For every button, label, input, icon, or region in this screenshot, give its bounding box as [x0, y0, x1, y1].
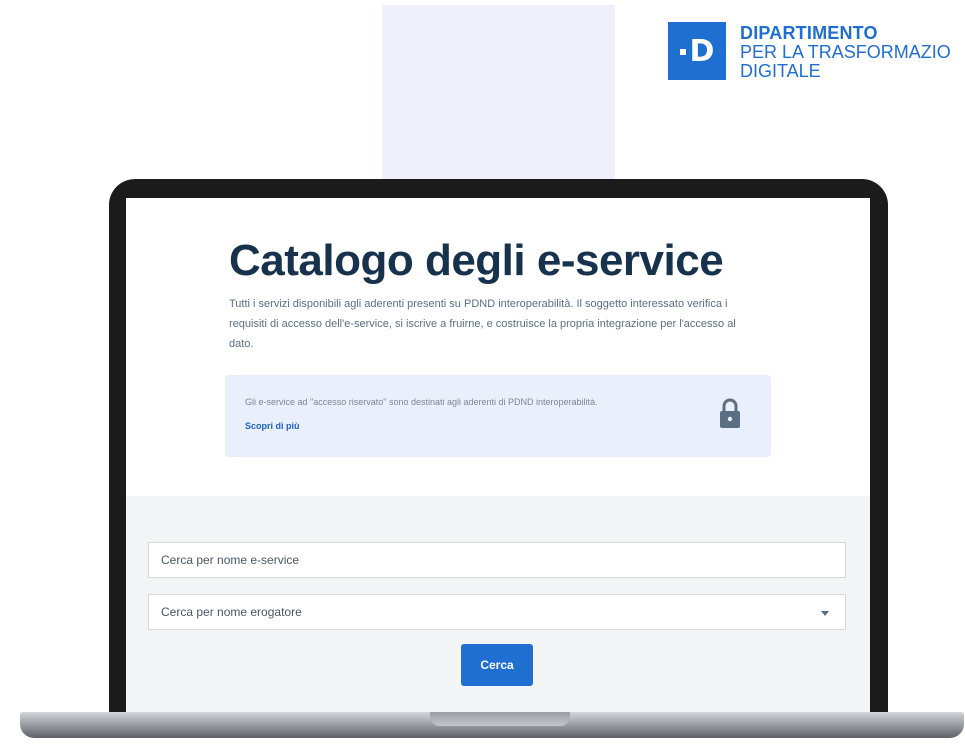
- restricted-access-notice: Gli e-service ad "accesso riservato" son…: [225, 375, 771, 457]
- hero-section: Catalogo degli e-service Tutti i servizi…: [126, 198, 870, 496]
- learn-more-link[interactable]: Scopri di più: [245, 421, 300, 431]
- laptop-notch: [430, 712, 570, 726]
- brand-name: DIPARTIMENTO PER LA TRASFORMAZIO DIGITAL…: [740, 24, 951, 81]
- service-search-field: [148, 542, 846, 578]
- brand-logo: D DIPARTIMENTO PER LA TRASFORMAZIO DIGIT…: [668, 22, 951, 81]
- lock-icon: [720, 398, 740, 428]
- notice-text: Gli e-service ad "accesso riservato" son…: [245, 397, 598, 407]
- search-button[interactable]: Cerca: [461, 644, 533, 686]
- provider-select[interactable]: Cerca per nome erogatore: [148, 594, 846, 630]
- background-panel: [382, 5, 615, 195]
- brand-mark-letter: D: [689, 33, 715, 69]
- brand-line-2: PER LA TRASFORMAZIO: [740, 42, 951, 62]
- provider-select-label: Cerca per nome erogatore: [161, 605, 302, 619]
- page-intro: Tutti i servizi disponibili agli aderent…: [229, 298, 736, 350]
- brand-line-3: DIGITALE: [740, 61, 821, 81]
- brand-line-1: DIPARTIMENTO: [740, 23, 878, 43]
- brand-mark-icon: D: [668, 22, 726, 80]
- laptop-screen: Catalogo degli e-service Tutti i servizi…: [126, 198, 870, 716]
- chevron-down-icon: [821, 611, 829, 616]
- service-search-input[interactable]: [149, 543, 845, 577]
- search-filters: Cerca per nome erogatore Cerca: [126, 496, 870, 716]
- page-title: Catalogo degli e-service: [229, 236, 724, 285]
